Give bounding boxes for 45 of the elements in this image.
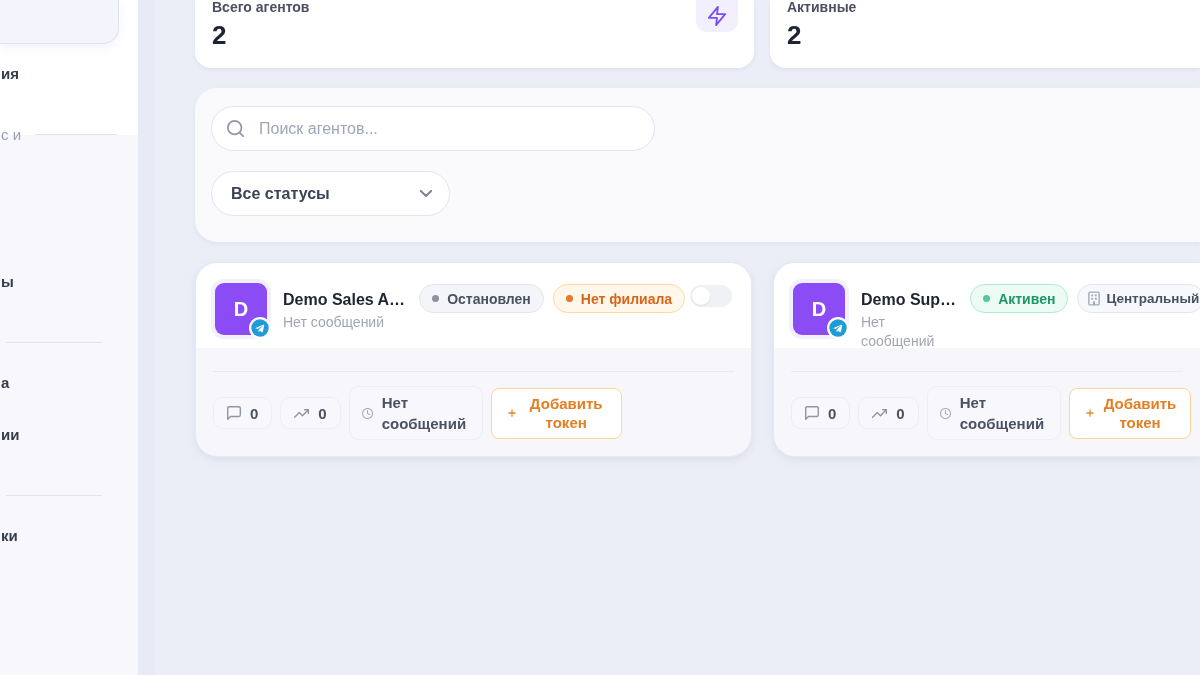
stat-label: Всего агентов bbox=[212, 0, 310, 15]
status-label: Остановлен bbox=[447, 290, 531, 307]
search-field[interactable]: Поиск агентов... bbox=[211, 106, 655, 151]
dot-icon bbox=[983, 295, 991, 302]
paper-plane-icon bbox=[827, 317, 849, 339]
nav-item[interactable]: ки bbox=[0, 526, 18, 546]
plus-icon bbox=[1085, 409, 1094, 417]
clock-icon bbox=[939, 407, 951, 419]
last-message: Нет сообщений bbox=[959, 393, 1044, 434]
trend-up-icon bbox=[294, 408, 310, 418]
message-count: 0 bbox=[250, 404, 259, 422]
nav-section-label: с и bbox=[0, 125, 22, 143]
branch-label: Нет филиала bbox=[580, 290, 673, 307]
status-dropdown[interactable]: Все статусы bbox=[211, 171, 450, 216]
nav-item[interactable]: ия bbox=[0, 64, 19, 84]
agent-subtitle: Нет сообщений bbox=[283, 313, 385, 332]
nav-item[interactable]: а bbox=[0, 373, 10, 393]
status-label: Активен bbox=[998, 290, 1056, 307]
nav-item[interactable]: ии bbox=[0, 425, 20, 445]
last-message: Нет сообщений bbox=[381, 393, 466, 434]
search-icon bbox=[227, 120, 244, 137]
speech-bubble-icon bbox=[805, 406, 819, 420]
agent-subtitle: Нет сообщений bbox=[861, 313, 936, 351]
trend-up-icon bbox=[872, 408, 888, 418]
dot-icon bbox=[432, 295, 440, 302]
nav-item[interactable] bbox=[0, 0, 119, 44]
chevron-down-icon bbox=[420, 190, 432, 197]
toggle-switch[interactable] bbox=[690, 285, 732, 307]
branch-label: Центральный bbox=[1106, 291, 1200, 306]
building-icon bbox=[1088, 291, 1101, 306]
stat-label: Активные bbox=[787, 0, 857, 15]
paper-plane-icon bbox=[249, 317, 271, 339]
plus-icon bbox=[507, 409, 516, 417]
nav-item[interactable]: ы bbox=[0, 272, 14, 292]
trend-count: 0 bbox=[896, 404, 905, 422]
stat-value: 2 bbox=[212, 21, 228, 49]
trend-count: 0 bbox=[318, 404, 327, 422]
agent-name: Demo Sup… bbox=[861, 291, 957, 309]
message-count: 0 bbox=[828, 404, 837, 422]
clock-icon bbox=[361, 407, 373, 419]
speech-bubble-icon bbox=[227, 406, 241, 420]
agent-name: Demo Sales A… bbox=[283, 291, 406, 309]
dot-icon bbox=[565, 295, 573, 302]
stat-value: 2 bbox=[787, 21, 803, 49]
lightning-icon bbox=[696, 0, 738, 32]
